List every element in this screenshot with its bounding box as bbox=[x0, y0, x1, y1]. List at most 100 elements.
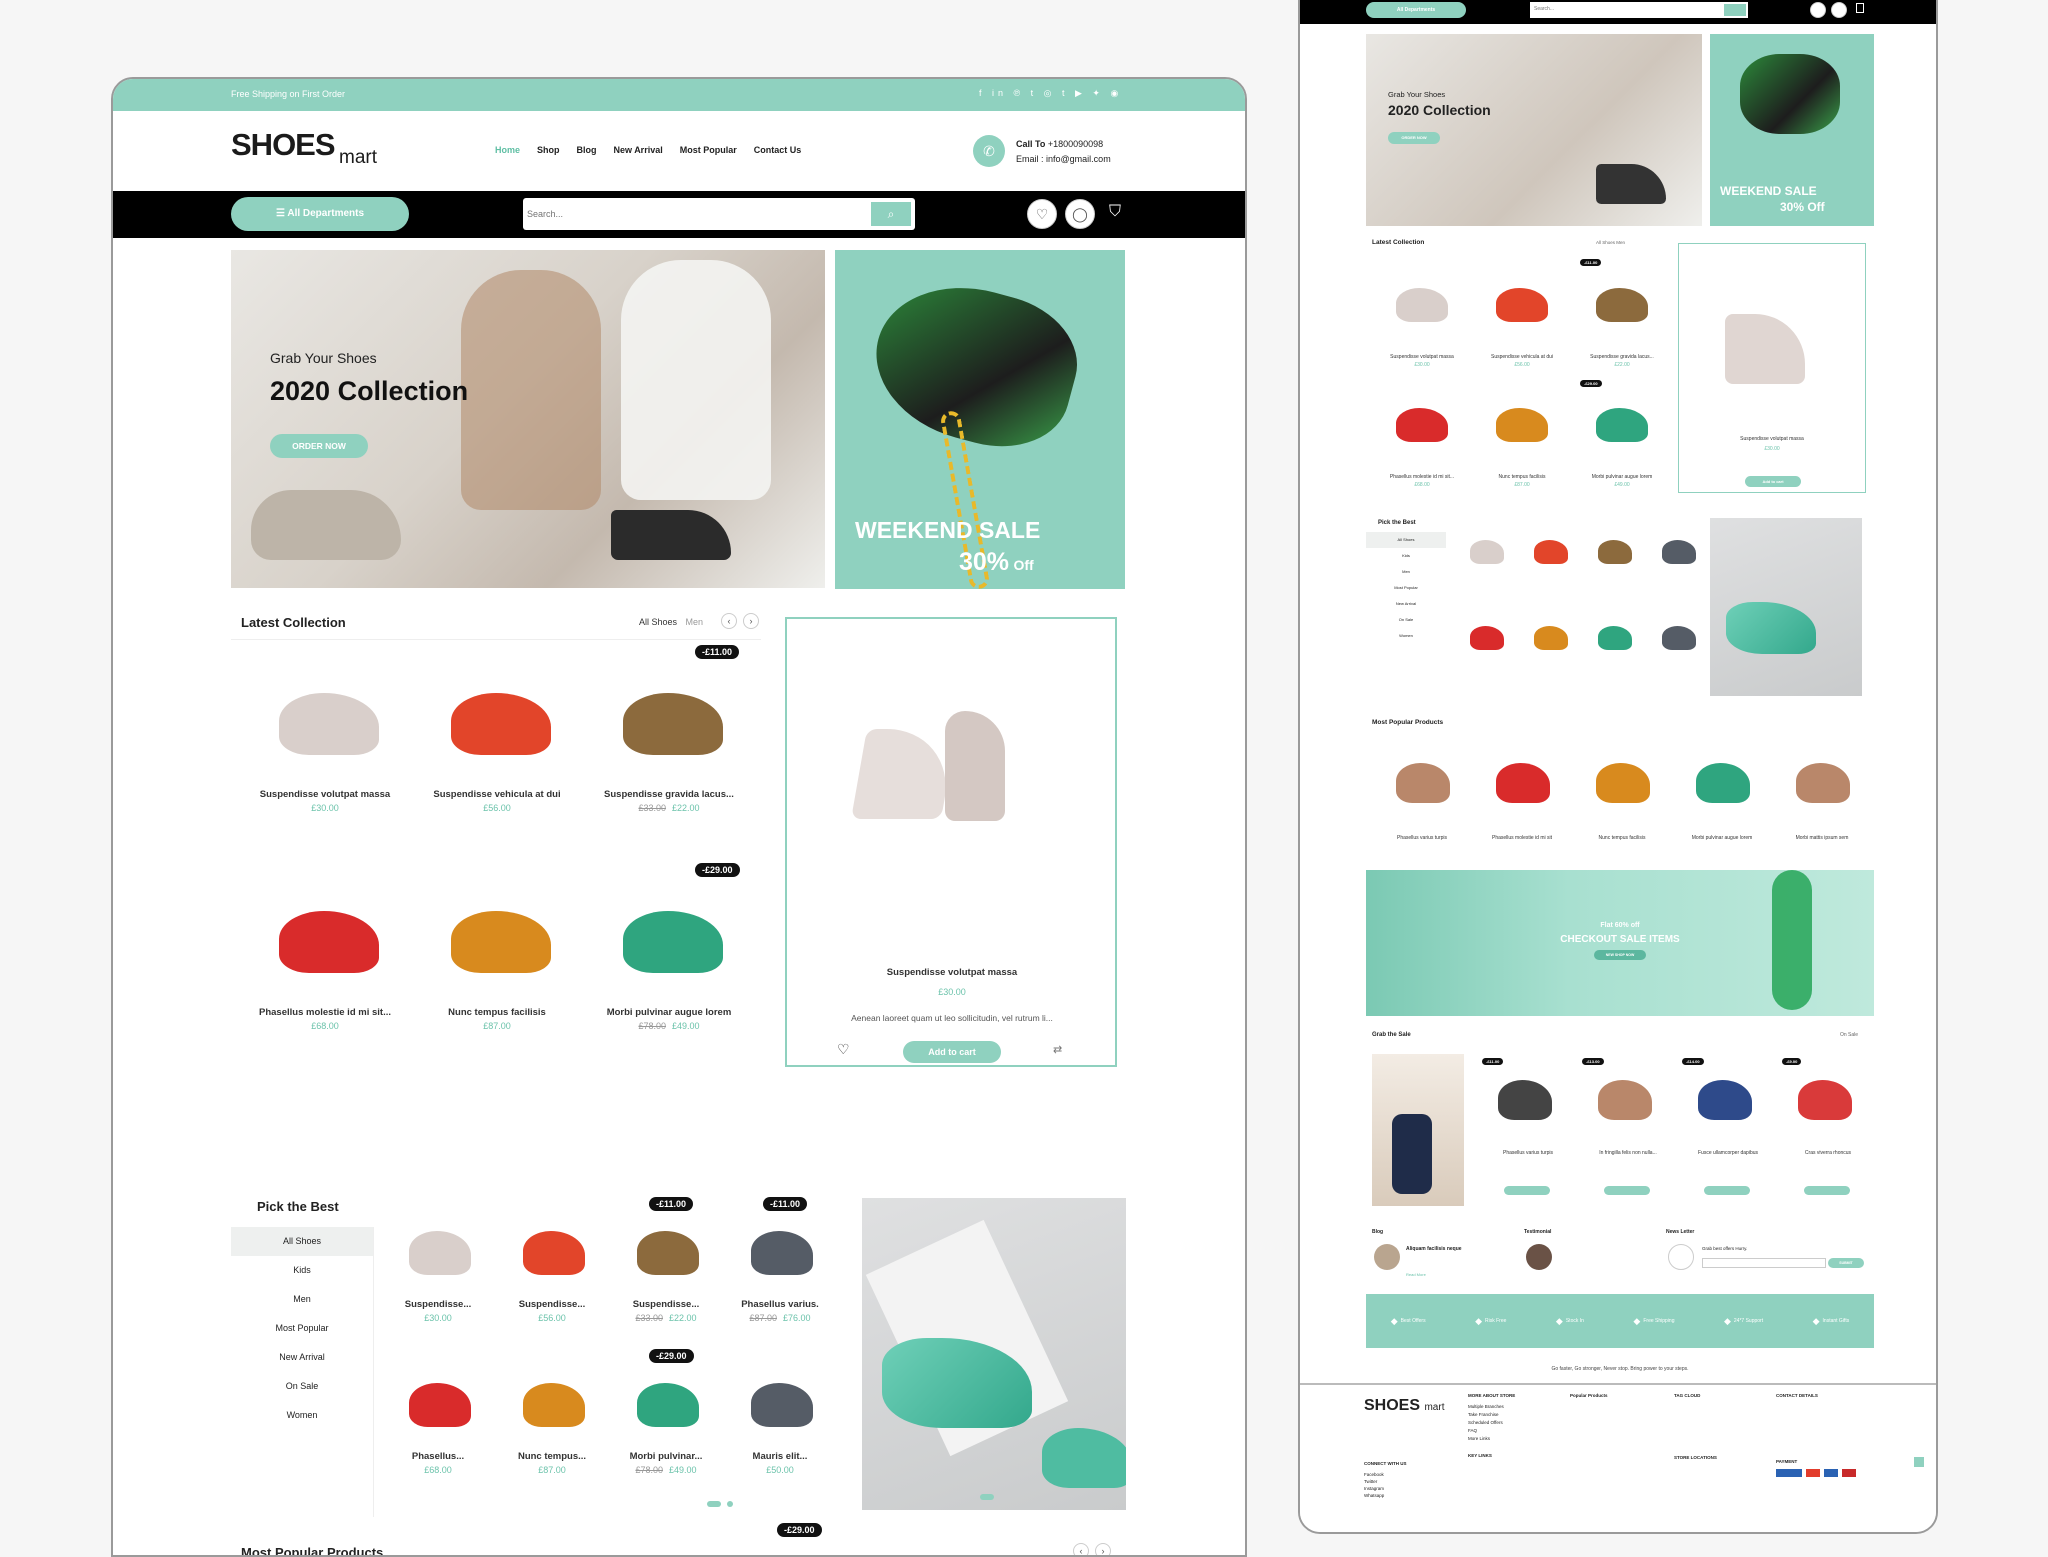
m-social-link[interactable]: Instagram bbox=[1364, 1485, 1384, 1492]
pick-category-women[interactable]: Women bbox=[231, 1401, 373, 1430]
m-footer-link[interactable]: Multiple Branches bbox=[1468, 1403, 1504, 1411]
m-grab-image[interactable] bbox=[1498, 1080, 1552, 1120]
m-user-icon[interactable] bbox=[1831, 2, 1847, 18]
pick-promo-image[interactable] bbox=[862, 1198, 1126, 1510]
product-image[interactable] bbox=[623, 693, 723, 755]
m-popular-name[interactable]: Phasellus molestie id mi sit bbox=[1472, 835, 1572, 841]
m-popular-image[interactable] bbox=[1796, 763, 1850, 803]
pick-product-image[interactable] bbox=[409, 1231, 471, 1275]
pick-category-kids[interactable]: Kids bbox=[231, 1256, 373, 1285]
pick-product-image[interactable] bbox=[637, 1383, 699, 1427]
social-icons[interactable]: f in ℗ t ◎ t ▶ ✦ ◉ bbox=[979, 88, 1122, 99]
wishlist-icon[interactable]: ♡ bbox=[1027, 199, 1057, 229]
m-pick-product[interactable] bbox=[1662, 626, 1696, 650]
tab-all-shoes[interactable]: All Shoes bbox=[639, 617, 677, 627]
m-product-name[interactable]: Morbi pulvinar augue lorem bbox=[1572, 474, 1672, 480]
m-pick-cat[interactable]: Men bbox=[1366, 564, 1446, 580]
product-image[interactable] bbox=[623, 911, 723, 973]
m-product-image[interactable] bbox=[1496, 408, 1548, 442]
popular-prev-icon[interactable]: ‹ bbox=[1073, 1543, 1089, 1555]
pick-product-name[interactable]: Morbi pulvinar... bbox=[609, 1451, 723, 1462]
m-pick-cat[interactable]: New Arrival bbox=[1366, 596, 1446, 612]
m-product-name[interactable]: Nunc tempus facilisis bbox=[1472, 474, 1572, 480]
product-name[interactable]: Suspendisse gravida lacus... bbox=[583, 789, 755, 800]
pick-product-name[interactable]: Phasellus... bbox=[381, 1451, 495, 1462]
m-pick-product[interactable] bbox=[1598, 540, 1632, 564]
m-product-image[interactable] bbox=[1596, 408, 1648, 442]
m-wishlist-icon[interactable] bbox=[1810, 2, 1826, 18]
all-departments-button[interactable]: ☰ All Departments bbox=[231, 197, 409, 231]
nav-new-arrival[interactable]: New Arrival bbox=[614, 145, 663, 155]
m-footer-logo[interactable]: SHOES mart bbox=[1364, 1397, 1444, 1415]
m-pick-cat[interactable]: Kids bbox=[1366, 548, 1446, 564]
m-grab-link[interactable]: On Sale bbox=[1840, 1032, 1858, 1038]
featured-heart-icon[interactable]: ♡ bbox=[837, 1041, 850, 1058]
m-grab-name[interactable]: Phasellus varius turpis bbox=[1478, 1150, 1578, 1156]
pick-product-name[interactable]: Suspendisse... bbox=[381, 1299, 495, 1310]
m-popular-image[interactable] bbox=[1396, 763, 1450, 803]
m-footer-link[interactable]: More Links bbox=[1468, 1435, 1504, 1443]
m-cart-icon[interactable] bbox=[1856, 3, 1864, 13]
next-arrow-icon[interactable]: › bbox=[743, 613, 759, 629]
phone-number[interactable]: +1800090098 bbox=[1048, 139, 1103, 149]
product-image[interactable] bbox=[279, 911, 379, 973]
pick-product-name[interactable]: Nunc tempus... bbox=[495, 1451, 609, 1462]
m-grab-add-button[interactable] bbox=[1804, 1186, 1850, 1195]
m-popular-name[interactable]: Morbi mattis ipsum sem bbox=[1772, 835, 1872, 841]
product-image[interactable] bbox=[279, 693, 379, 755]
product-image[interactable] bbox=[451, 911, 551, 973]
m-pick-cat[interactable]: Most Popular bbox=[1366, 580, 1446, 596]
m-search-icon[interactable] bbox=[1724, 4, 1746, 16]
m-pick-product[interactable] bbox=[1598, 626, 1632, 650]
m-scroll-top-icon[interactable] bbox=[1914, 1457, 1924, 1467]
popular-next-icon[interactable]: › bbox=[1095, 1543, 1111, 1555]
product-name[interactable]: Phasellus molestie id mi sit... bbox=[239, 1007, 411, 1018]
m-product-image[interactable] bbox=[1396, 288, 1448, 322]
pick-category-new-arrival[interactable]: New Arrival bbox=[231, 1343, 373, 1372]
m-subscribe-button[interactable]: SUBMIT bbox=[1828, 1258, 1864, 1268]
pick-category-on-sale[interactable]: On Sale bbox=[231, 1372, 373, 1401]
nav-contact[interactable]: Contact Us bbox=[754, 145, 802, 155]
m-hero[interactable]: Grab Your Shoes 2020 Collection ORDER NO… bbox=[1366, 34, 1702, 226]
m-footer-link[interactable]: Scheduled Offers bbox=[1468, 1419, 1504, 1427]
m-grab-add-button[interactable] bbox=[1604, 1186, 1650, 1195]
m-product-name[interactable]: Suspendisse gravida lacus... bbox=[1572, 354, 1672, 360]
m-pick-product[interactable] bbox=[1534, 626, 1568, 650]
m-popular-image[interactable] bbox=[1596, 763, 1650, 803]
m-social-link[interactable]: Facebook bbox=[1364, 1471, 1384, 1478]
pick-product-name[interactable]: Suspendisse... bbox=[495, 1299, 609, 1310]
product-name[interactable]: Nunc tempus facilisis bbox=[411, 1007, 583, 1018]
weekend-sale-banner[interactable]: WEEKEND SALE 30% Off bbox=[835, 250, 1125, 589]
m-blog-post[interactable]: Aliquam facilisis neque bbox=[1406, 1246, 1462, 1252]
m-hero-button[interactable]: ORDER NOW bbox=[1388, 132, 1440, 144]
pick-category-men[interactable]: Men bbox=[231, 1285, 373, 1314]
order-now-button[interactable]: ORDER NOW bbox=[270, 434, 368, 458]
m-pick-image[interactable] bbox=[1710, 518, 1862, 696]
m-product-image[interactable] bbox=[1396, 408, 1448, 442]
m-popular-image[interactable] bbox=[1496, 763, 1550, 803]
cart-icon[interactable]: ⛉ bbox=[1109, 203, 1121, 221]
search-button[interactable]: ⌕ bbox=[871, 202, 911, 226]
hero-banner[interactable]: Grab Your Shoes 2020 Collection ORDER NO… bbox=[231, 250, 825, 588]
pick-product-name[interactable]: Mauris elit... bbox=[723, 1451, 837, 1462]
m-pick-product[interactable] bbox=[1534, 540, 1568, 564]
product-name[interactable]: Morbi pulvinar augue lorem bbox=[583, 1007, 755, 1018]
m-product-image[interactable] bbox=[1596, 288, 1648, 322]
compare-icon[interactable]: ⇄ bbox=[1053, 1043, 1062, 1056]
m-product-name[interactable]: Suspendisse volutpat massa bbox=[1372, 354, 1472, 360]
m-grab-add-button[interactable] bbox=[1504, 1186, 1550, 1195]
m-footer-link[interactable]: Take Franchise bbox=[1468, 1411, 1504, 1419]
m-popular-name[interactable]: Phasellus varius turpis bbox=[1372, 835, 1472, 841]
email-address[interactable]: info@gmail.com bbox=[1046, 154, 1111, 164]
m-social-link[interactable]: Whatsapp bbox=[1364, 1492, 1384, 1499]
nav-shop[interactable]: Shop bbox=[537, 145, 560, 155]
nav-blog[interactable]: Blog bbox=[577, 145, 597, 155]
pick-category-most-popular[interactable]: Most Popular bbox=[231, 1314, 373, 1343]
m-promo-button[interactable]: NEW SHOP NOW bbox=[1594, 950, 1646, 960]
m-featured-card[interactable]: Suspendisse volutpat massa £30.00 Add to… bbox=[1678, 243, 1866, 493]
featured-name[interactable]: Suspendisse volutpat massa bbox=[787, 967, 1117, 978]
m-departments-button[interactable]: All Departments bbox=[1366, 2, 1466, 18]
m-pick-cat[interactable]: Women bbox=[1366, 628, 1446, 644]
m-grab-name[interactable]: In fringilla felis non nulla... bbox=[1578, 1150, 1678, 1156]
m-product-image[interactable] bbox=[1496, 288, 1548, 322]
